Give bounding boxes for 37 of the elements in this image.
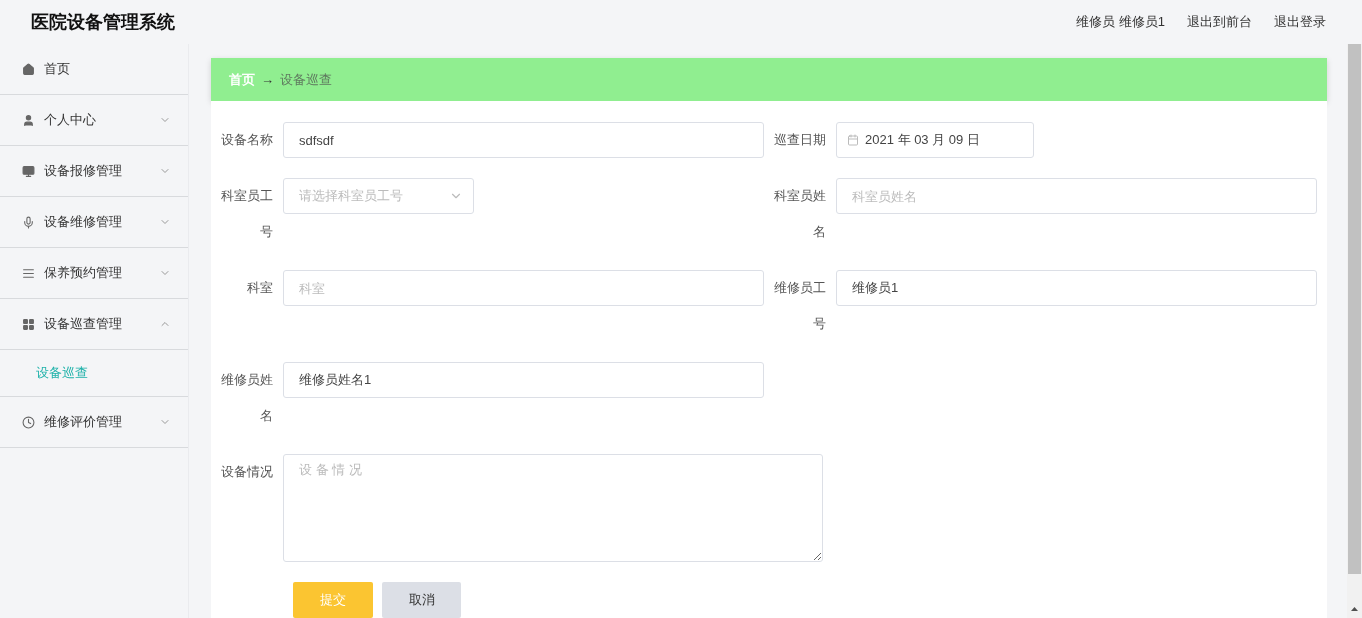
sidebar-item[interactable]: 维修评价管理 [0,397,188,448]
user-name: 维修员 维修员1 [1076,13,1165,31]
header-link[interactable]: 退出到前台 [1187,13,1252,31]
calendar-icon [847,134,859,146]
monitor-icon [22,164,35,178]
field-label: 科室 [246,279,274,297]
sidebar-item[interactable]: 个人中心 [0,95,188,146]
breadcrumb-current: 设备巡查 [280,70,332,89]
header-link[interactable]: 退出登录 [1274,13,1326,31]
sidebar-item[interactable]: 保养预约管理 [0,248,188,299]
sidebar-item[interactable]: 设备巡查管理 [0,299,188,350]
field-label: 巡查日期 [774,131,827,149]
text-field[interactable]: 科室 [283,270,764,306]
sidebar-item[interactable]: 首页 [0,44,188,95]
house-icon [22,62,35,76]
app-title: 医院设备管理系统 [31,11,175,34]
user-icon [22,113,35,127]
field-label: 科室员工号 [221,187,274,241]
text-field[interactable]: 科室员姓名 [836,178,1317,214]
clock-icon [22,415,35,429]
sidebar-item[interactable]: 设备维修管理 [0,197,188,248]
textarea-field[interactable]: 设 备 情 况 [283,454,823,562]
text-field[interactable]: 维修员1 [836,270,1317,306]
breadcrumb-arrow: → [261,72,274,87]
grid-icon [22,317,35,331]
text-field[interactable]: 维修员姓名1 [283,362,764,398]
sidebar-item[interactable]: 设备报修管理 [0,146,188,197]
cancel-button[interactable]: 取消 [382,582,461,618]
field-label: 设备情况 [221,463,274,481]
mic-icon [22,215,35,229]
field-label: 维修员工号 [774,279,827,333]
text-field[interactable]: sdfsdf [283,122,764,158]
date-field[interactable]: 2021 年 03 月 09 日 [836,122,1034,158]
list-icon [22,266,35,280]
field-label: 维修员姓名 [221,371,274,425]
field-label: 设备名称 [221,131,274,149]
field-label: 科室员姓名 [774,187,827,241]
